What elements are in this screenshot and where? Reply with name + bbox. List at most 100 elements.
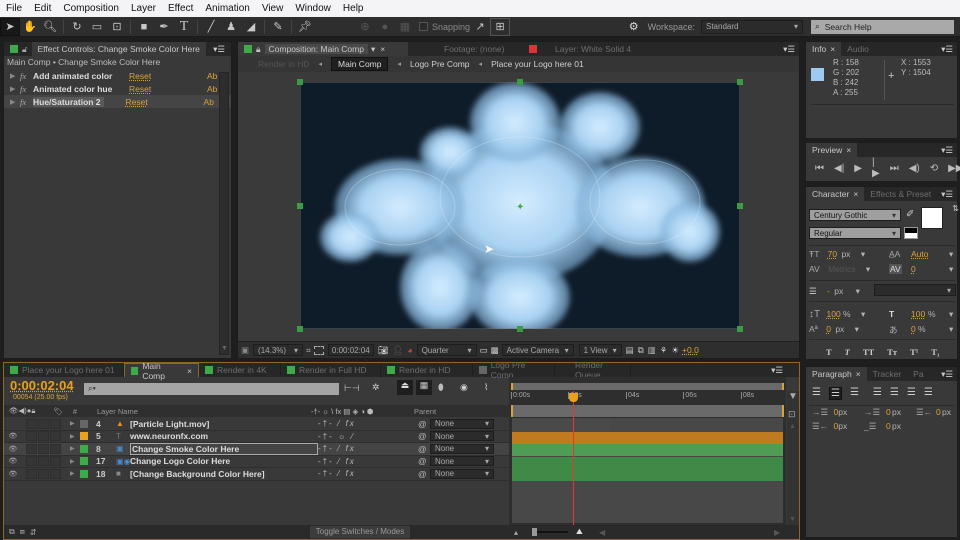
view-layout-dropdown[interactable]: 1 View ▾ (578, 344, 622, 356)
snapping-checkbox[interactable] (419, 22, 428, 31)
rectangle-tool-button[interactable]: ■ (134, 18, 154, 36)
visibility-toggle[interactable]: 👁︎ (6, 445, 20, 453)
default-colors-icon[interactable] (904, 227, 918, 239)
timeline-vscroll[interactable]: ▼ ⊡ ▲ ▼ (787, 391, 799, 526)
transform-handle[interactable] (297, 326, 303, 332)
first-frame-icon[interactable]: ⏮ (815, 163, 824, 174)
superscript-button[interactable]: T¹ (910, 347, 918, 357)
effect-about-link[interactable]: Ab (204, 97, 214, 107)
lock-icon[interactable]: 🔒︎ (256, 44, 261, 55)
audio-toggle[interactable] (26, 456, 37, 467)
panel-menu-icon[interactable]: ▾☰ (783, 44, 795, 55)
chevron-down-icon[interactable]: ▾ (949, 249, 953, 260)
layer-name[interactable]: www.neuronfx.com (130, 431, 318, 441)
always-preview-icon[interactable]: ▣ (241, 345, 249, 356)
close-icon[interactable]: × (830, 44, 835, 54)
effect-about-link[interactable]: Ab (207, 84, 217, 94)
scroll-down-icon[interactable]: ▼ (789, 516, 796, 523)
tab-paint[interactable]: Pa (907, 367, 929, 381)
expand-triangle-icon[interactable]: ▶ (70, 420, 80, 427)
tab-preview[interactable]: Preview × (806, 143, 858, 157)
transform-handle[interactable] (517, 326, 523, 332)
layer-name[interactable]: Change Smoke Color Here (130, 442, 318, 455)
time-ruler[interactable]: 0:00s02s04s06s08s (511, 391, 784, 404)
snap-expand-icon[interactable]: ↗ (470, 18, 490, 36)
zoom-out-icon[interactable]: ▴ (514, 528, 518, 537)
slider-thumb[interactable] (532, 528, 537, 536)
close-icon[interactable]: × (856, 369, 861, 379)
workspace-dropdown[interactable]: Standard ▾ (701, 19, 803, 34)
solo-toggle[interactable] (38, 456, 49, 467)
audio-toggle[interactable] (26, 443, 37, 454)
lock-toggle[interactable] (50, 431, 61, 442)
tab-composition[interactable]: 🔒︎ Composition: Main Comp ▾ × (238, 42, 408, 56)
effect-controls-scrollbar[interactable]: ▼ (219, 72, 229, 355)
search-help-input[interactable]: ⌕ Search Help (811, 19, 954, 34)
draft-3d-icon[interactable]: ✲ (372, 382, 380, 393)
menu-window[interactable]: Window (289, 3, 337, 14)
tab-tracker[interactable]: Tracker (867, 367, 908, 381)
layer-duration-bar[interactable] (512, 419, 610, 431)
magnification-dropdown[interactable]: (14.3%) ▾ (253, 344, 304, 356)
timeline-tab[interactable]: Render in HD (381, 363, 473, 377)
transform-handle[interactable] (737, 79, 743, 85)
eraser-tool-button[interactable]: ◢ (241, 18, 261, 36)
label-color-chip[interactable] (80, 432, 88, 441)
layer-switches[interactable]: -†- ⁄ fx (318, 469, 418, 478)
expand-transfer-controls-icon[interactable]: ⧈ (20, 527, 25, 537)
chevron-down-icon[interactable]: ▾ (949, 309, 953, 320)
menu-composition[interactable]: Composition (57, 3, 125, 14)
eyedropper-icon[interactable]: ✐ (906, 209, 914, 220)
timeline-tab[interactable]: Render in Full HD (281, 363, 381, 377)
chevron-down-icon[interactable]: ▾ (861, 249, 865, 259)
stroke-style-dropdown[interactable]: ▾ (874, 284, 956, 296)
toggle-switches-modes-button[interactable]: Toggle Switches / Modes (310, 526, 410, 538)
expand-triangle-icon[interactable]: ▶ (70, 470, 80, 477)
fx-toggle-icon[interactable]: fx (20, 97, 33, 107)
layer-search-input[interactable]: ⌕▾ (84, 383, 339, 395)
indent-right-value[interactable]: 0 (936, 407, 941, 417)
transform-handle[interactable] (737, 326, 743, 332)
parent-dropdown[interactable]: None ▾ (430, 456, 494, 467)
parent-pickwhip-icon[interactable]: @ (418, 431, 430, 441)
effect-reset-link[interactable]: Reset (129, 71, 207, 81)
timeline-icon[interactable]: ▥ (648, 345, 656, 356)
tab-paragraph[interactable]: Paragraph × (806, 367, 867, 381)
timeline-tab[interactable]: Render in 4K (199, 363, 281, 377)
chevron-down-icon[interactable]: ▾ (856, 286, 860, 296)
parent-dropdown[interactable]: None ▾ (430, 468, 494, 479)
expand-triangle-icon[interactable]: ▶ (10, 98, 20, 106)
resolution-dropdown[interactable]: Quarter ▾ (416, 344, 477, 356)
fx-toggle-icon[interactable]: fx (20, 71, 33, 81)
effect-about-link[interactable]: Ab (207, 71, 217, 81)
frame-blending-icon[interactable]: ▦ (416, 380, 432, 395)
timeline-tab[interactable]: Place your Logo here 01 (4, 363, 124, 377)
zoom-handle-icon[interactable]: ▼ (788, 391, 798, 402)
hscroll-right-icon[interactable]: ▶ (774, 528, 780, 537)
layer-duration-bar[interactable] (512, 469, 783, 481)
flow-item[interactable]: Main Comp (331, 57, 389, 71)
menu-edit[interactable]: Edit (28, 3, 57, 14)
effect-row[interactable]: ▶ fx Animated color hue Reset Ab (4, 82, 231, 95)
layer-row[interactable]: ▶ 4 ▲ [Particle Light.mov] -†- ⁄ fx @ No… (4, 418, 509, 431)
expand-in-out-icon[interactable]: ⇵ (30, 528, 37, 537)
lock-toggle[interactable] (50, 468, 61, 479)
playhead-handle[interactable] (569, 393, 579, 402)
layer-switches[interactable]: -†- ☼ ⁄ (318, 432, 418, 441)
menu-animation[interactable]: Animation (199, 3, 255, 14)
expand-triangle-icon[interactable]: ▶ (70, 445, 80, 452)
tsume-value[interactable]: 0 (911, 324, 916, 334)
justify-all-button[interactable]: ☰ (924, 387, 933, 400)
chevron-down-icon[interactable]: ▾ (949, 264, 953, 275)
justify-last-center-button[interactable]: ☰ (890, 387, 899, 400)
loop-icon[interactable]: ⟲ (930, 163, 938, 174)
layer-name[interactable]: [Particle Light.mov] (130, 419, 318, 429)
channel-icon[interactable]: ◕ (407, 345, 412, 355)
zoom-tool-button[interactable]: 🔍︎ (40, 18, 60, 36)
panel-menu-icon[interactable]: ▾☰ (213, 44, 225, 55)
all-caps-button[interactable]: TT (863, 347, 874, 357)
fill-color-swatch[interactable] (921, 207, 943, 229)
brainstorm-icon[interactable]: ◉ (460, 382, 468, 393)
solo-toggle[interactable] (38, 431, 49, 442)
last-frame-icon[interactable]: ⏭ (890, 163, 899, 174)
